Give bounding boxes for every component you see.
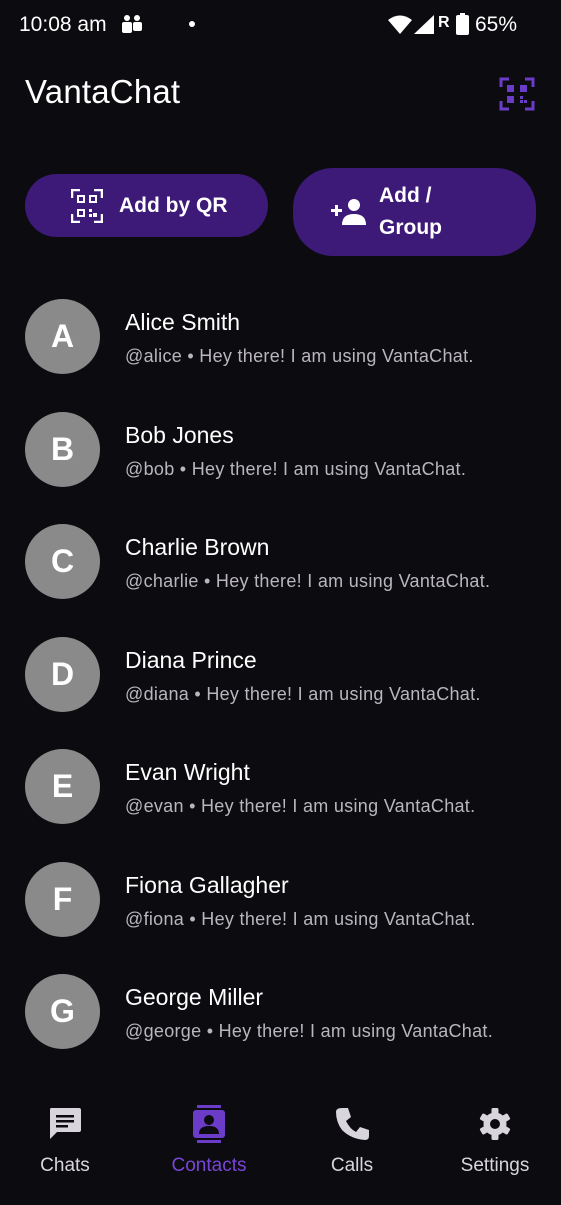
gear-icon	[479, 1108, 511, 1140]
contact-name: Bob Jones	[125, 422, 234, 448]
battery-icon	[456, 13, 469, 35]
contact-row[interactable]: D Diana Prince @diana • Hey there! I am us…	[0, 625, 561, 737]
contact-status: @bob • Hey there! I am using VantaChat.	[125, 459, 467, 479]
bottom-navigation: Chats Contacts Calls Settings	[0, 1090, 561, 1205]
contact-status: @george • Hey there! I am using VantaCha…	[125, 1021, 494, 1041]
nav-chats-label: Chats	[40, 1155, 90, 1176]
nav-calls-label: Calls	[330, 1155, 374, 1176]
nav-contacts-label: Contacts	[171, 1155, 247, 1176]
nav-settings-label: Settings	[460, 1155, 530, 1176]
qr-code-icon[interactable]	[499, 77, 535, 111]
contact-row[interactable]: G George Miller @george • Hey there! I am …	[0, 962, 561, 1074]
status-bar: 10:08 am R 65%	[0, 0, 561, 52]
contact-status: @fiona • Hey there! I am using VantaChat…	[125, 909, 476, 929]
avatar: E	[25, 749, 100, 824]
contact-row[interactable]: B Bob Jones @bob • Hey there! I am using V…	[0, 400, 561, 512]
contact-status: @diana • Hey there! I am using VantaChat…	[125, 684, 481, 704]
phone-icon	[336, 1108, 369, 1140]
contact-name: George Miller	[125, 984, 264, 1010]
app-title: VantaChat	[25, 73, 181, 110]
signal-icon	[414, 15, 434, 34]
avatar: A	[25, 299, 100, 374]
contact-name: Evan Wright	[125, 759, 250, 785]
contact-name: Alice Smith	[125, 309, 241, 335]
contact-row[interactable]: E Evan Wright @evan • Hey there! I am usin…	[0, 737, 561, 849]
roaming-indicator: R	[438, 14, 450, 31]
add-by-qr-button[interactable]: Add by QR	[25, 174, 268, 237]
nav-chats[interactable]: Chats	[0, 1090, 135, 1190]
qr-scan-icon	[71, 188, 103, 223]
avatar: F	[25, 862, 100, 937]
contacts-icon	[193, 1105, 225, 1143]
add-by-qr-label: Add by QR	[119, 193, 228, 217]
contact-status: @evan • Hey there! I am using VantaChat.	[125, 796, 476, 816]
add-person-icon	[331, 199, 366, 225]
contact-name: Charlie Brown	[125, 534, 270, 560]
status-time: 10:08 am	[19, 13, 107, 36]
wifi-icon	[388, 15, 412, 34]
contact-row[interactable]: A Alice Smith @alice • Hey there! I am usi…	[0, 287, 561, 399]
nav-contacts[interactable]: Contacts	[139, 1090, 279, 1190]
avatar: D	[25, 637, 100, 712]
contact-row[interactable]: F Fiona Gallagher @fiona • Hey there! I am…	[0, 850, 561, 962]
teams-icon	[122, 15, 142, 33]
contact-name: Fiona Gallagher	[125, 872, 289, 898]
avatar: C	[25, 524, 100, 599]
notification-dot	[189, 21, 195, 27]
chat-icon	[50, 1108, 81, 1139]
nav-settings[interactable]: Settings	[425, 1090, 561, 1190]
nav-calls[interactable]: Calls	[282, 1090, 422, 1190]
contact-status: @charlie • Hey there! I am using VantaCh…	[125, 571, 491, 591]
contact-name: Diana Prince	[125, 647, 257, 673]
avatar: B	[25, 412, 100, 487]
contact-row[interactable]: C Charlie Brown @charlie • Hey there! I am…	[0, 512, 561, 624]
add-group-label: Add / Group	[379, 184, 442, 239]
add-group-button[interactable]: Add / Group	[293, 168, 536, 256]
avatar: G	[25, 974, 100, 1049]
contact-status: @alice • Hey there! I am using VantaChat…	[125, 346, 474, 366]
battery-percent: 65%	[475, 13, 518, 36]
